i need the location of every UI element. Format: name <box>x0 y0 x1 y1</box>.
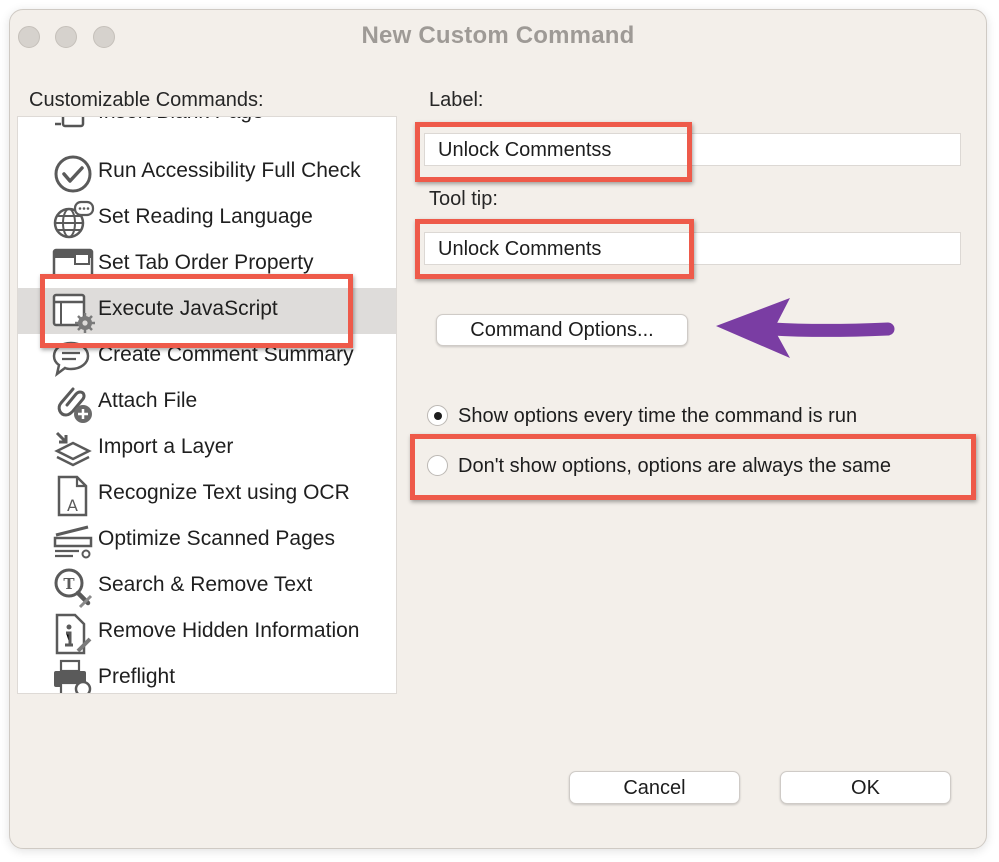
list-item-label: Recognize Text using OCR <box>98 481 350 504</box>
tooltip-heading: Tool tip: <box>429 188 498 210</box>
customizable-commands-heading: Customizable Commands: <box>29 89 264 111</box>
show-options-label: Show options every time the command is r… <box>458 405 858 427</box>
list-item-label: Insert Blank Page <box>98 117 264 124</box>
list-item-set-reading-language[interactable]: Set Reading Language <box>18 196 396 242</box>
list-item-attach-file[interactable]: Attach File <box>18 380 396 426</box>
scanner-icon <box>53 525 93 559</box>
title-bar: New Custom Command <box>10 10 986 64</box>
list-item-preflight[interactable]: Preflight <box>18 656 396 693</box>
list-item-label: Preflight <box>98 665 176 688</box>
window-title: New Custom Command <box>361 22 635 49</box>
ok-button[interactable]: OK <box>780 771 951 804</box>
cancel-button[interactable]: Cancel <box>569 771 740 804</box>
list-item-label: Run Accessibility Full Check <box>98 159 361 182</box>
dont-show-options-highlight <box>410 434 976 500</box>
list-item-label: Remove Hidden Information <box>98 619 360 642</box>
list-item-remove-hidden-information[interactable]: Remove Hidden Information <box>18 610 396 656</box>
list-item-insert-blank-page[interactable]: Insert Blank Page <box>18 117 396 137</box>
printer-magnifier-icon <box>54 659 92 693</box>
list-item-optimize-scanned-pages[interactable]: Optimize Scanned Pages <box>18 518 396 564</box>
command-options-button[interactable]: Command Options... <box>436 314 688 346</box>
magnifier-text-icon: T <box>54 568 93 609</box>
list-item-search-remove-text[interactable]: T Search & Remove Text <box>18 564 396 610</box>
list-item-label: Set Tab Order Property <box>98 251 314 274</box>
commands-list[interactable]: Insert Blank Page Run Accessibility Full… <box>17 116 397 694</box>
tooltip-field-highlight <box>415 219 694 279</box>
show-options-radio[interactable] <box>427 405 448 426</box>
ocr-document-icon: A <box>57 475 88 517</box>
execute-javascript-highlight <box>40 274 353 348</box>
list-item-label: Attach File <box>98 389 198 412</box>
blank-page-icon <box>55 117 85 128</box>
list-item-label: Search & Remove Text <box>98 573 313 596</box>
checkmark-circle-icon <box>54 155 92 193</box>
info-document-icon <box>55 613 92 655</box>
paperclip-plus-icon <box>57 387 92 423</box>
svg-text:T: T <box>63 575 75 593</box>
globe-speech-icon <box>53 200 95 239</box>
layer-import-icon <box>54 431 92 467</box>
list-item-run-accessibility-full-check[interactable]: Run Accessibility Full Check <box>18 150 396 196</box>
list-item-import-a-layer[interactable]: Import a Layer <box>18 426 396 472</box>
label-heading: Label: <box>429 89 484 111</box>
annotation-arrow-icon <box>716 298 895 358</box>
list-item-label: Import a Layer <box>98 435 234 458</box>
svg-text:A: A <box>67 496 78 515</box>
label-field-highlight <box>415 122 692 182</box>
list-item-recognize-text-using-ocr[interactable]: A Recognize Text using OCR <box>18 472 396 518</box>
radio-selected-dot <box>434 412 442 420</box>
list-item-label: Optimize Scanned Pages <box>98 527 335 550</box>
list-item-label: Set Reading Language <box>98 205 313 228</box>
